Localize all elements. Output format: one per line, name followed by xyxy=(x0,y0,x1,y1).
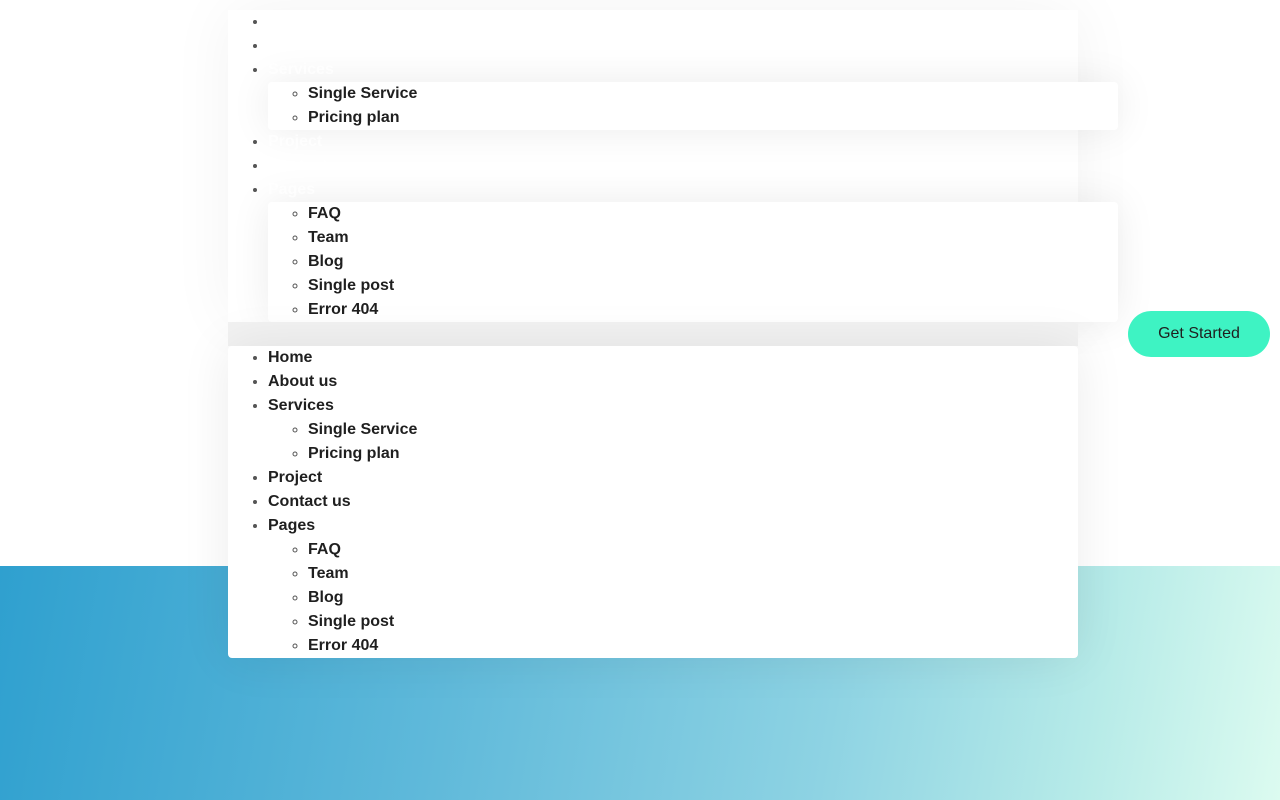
menu-item-project[interactable]: Project xyxy=(268,466,1078,490)
menu-label: Services xyxy=(268,397,334,414)
submenu-item-team[interactable]: Team xyxy=(308,562,1078,586)
ghost-menu-item-project[interactable]: Project xyxy=(268,130,1078,154)
get-started-button[interactable]: Get Started xyxy=(1128,311,1270,357)
ghost-menu-label: Services xyxy=(268,61,334,78)
menu-divider xyxy=(228,322,1078,346)
submenu-item-team[interactable]: Team xyxy=(308,226,1118,250)
ghost-menu-item[interactable] xyxy=(268,34,1078,58)
submenu-item-blog[interactable]: Blog xyxy=(308,586,1078,610)
submenu-item-faq[interactable]: FAQ xyxy=(308,538,1078,562)
menu-label: Pages xyxy=(268,517,316,534)
menu-item-about[interactable]: About us xyxy=(268,370,1078,394)
ghost-menu-item-contact[interactable]: Contact us xyxy=(268,154,1078,178)
menu-item-home[interactable]: Home xyxy=(268,346,1078,370)
submenu-item-pricing-plan[interactable]: Pricing plan xyxy=(308,106,1118,130)
submenu-item-single-post[interactable]: Single post xyxy=(308,610,1078,634)
submenu-item-single-service[interactable]: Single Service xyxy=(308,418,1078,442)
submenu-item-faq[interactable]: FAQ xyxy=(308,202,1118,226)
menu-item-contact[interactable]: Contact us xyxy=(268,490,1078,514)
ghost-menu-item-pages[interactable]: Pages FAQ Team Blog Single post Error 40… xyxy=(268,178,1118,322)
menu-item-pages[interactable]: Pages FAQ Team Blog Single post Error 40… xyxy=(268,514,1078,658)
ghost-menu-item[interactable] xyxy=(268,10,1078,34)
ghost-nav-menu: Services Single Service Pricing plan Pro… xyxy=(228,10,1118,322)
ghost-pages-submenu: FAQ Team Blog Single post Error 404 xyxy=(268,202,1118,322)
submenu-item-error-404[interactable]: Error 404 xyxy=(308,298,1118,322)
main-nav-menu: Home About us Services Single Service Pr… xyxy=(228,346,1078,658)
submenu-item-single-post[interactable]: Single post xyxy=(308,274,1118,298)
ghost-menu-label: Pages xyxy=(268,181,316,198)
ghost-services-submenu: Single Service Pricing plan xyxy=(268,82,1118,130)
submenu-item-pricing-plan[interactable]: Pricing plan xyxy=(308,442,1078,466)
menu-item-services[interactable]: Services Single Service Pricing plan xyxy=(268,394,1078,466)
ghost-menu-item-services[interactable]: Services Single Service Pricing plan xyxy=(268,58,1118,130)
submenu-item-error-404[interactable]: Error 404 xyxy=(308,634,1078,658)
submenu-item-blog[interactable]: Blog xyxy=(308,250,1118,274)
services-submenu: Single Service Pricing plan xyxy=(268,418,1078,466)
submenu-item-single-service[interactable]: Single Service xyxy=(308,82,1118,106)
pages-submenu: FAQ Team Blog Single post Error 404 xyxy=(268,538,1078,658)
